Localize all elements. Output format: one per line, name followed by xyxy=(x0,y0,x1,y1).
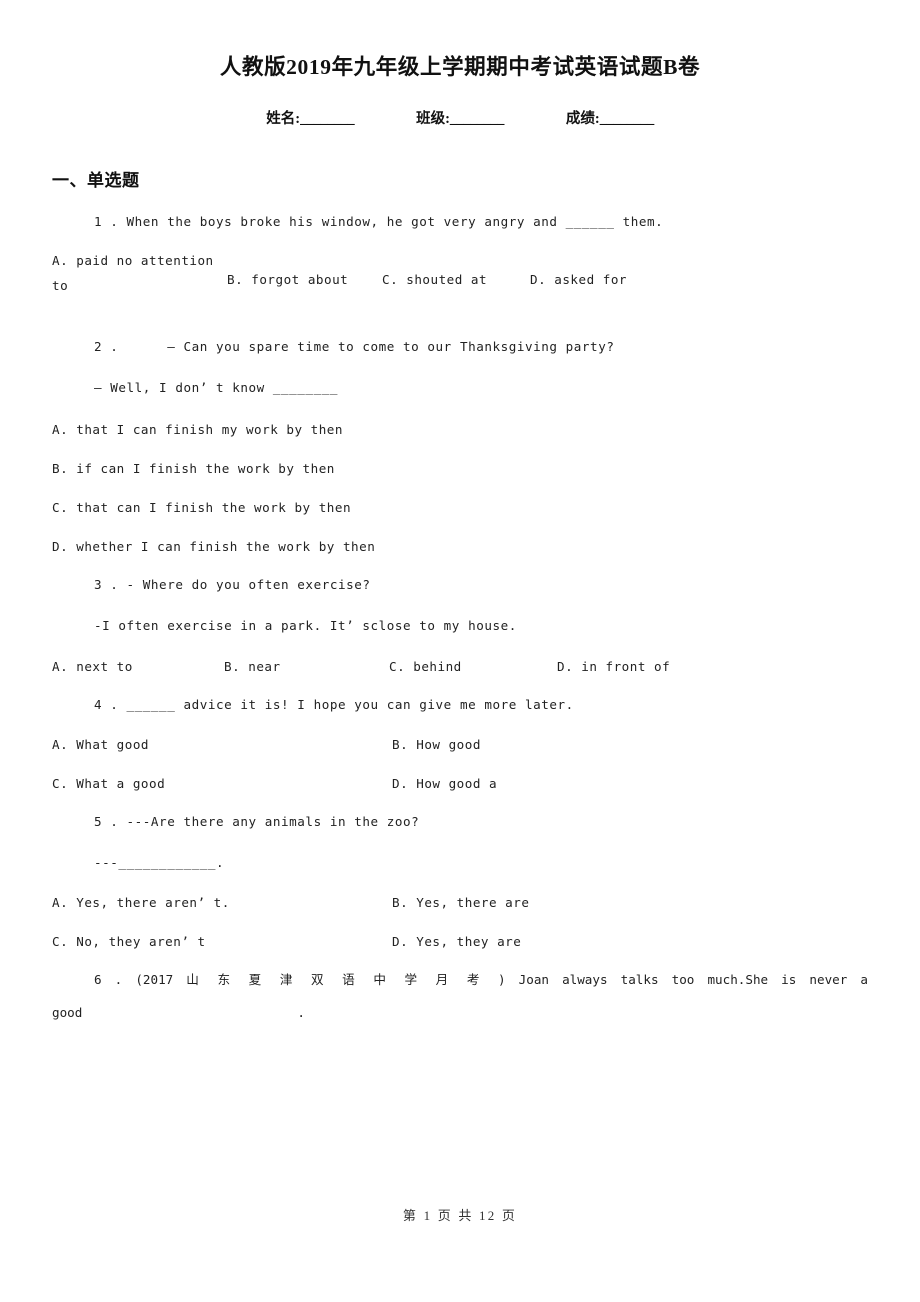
question-6-stem-line2-word: good xyxy=(52,1005,83,1021)
class-field-label: 班级: xyxy=(416,111,450,127)
question-2-option-a[interactable]: A. that I can finish my work by then xyxy=(52,422,868,437)
question-6-stem-line2: good. xyxy=(52,1004,868,1023)
name-field-label: 姓名: xyxy=(266,111,301,127)
question-4-options: A. What good B. How good C. What a good … xyxy=(52,737,868,791)
question-1-options-bcd: B. forgot about C. shouted at D. asked for xyxy=(227,272,660,287)
question-3-option-a[interactable]: A. next to xyxy=(52,659,224,674)
question-4-option-d[interactable]: D. How good a xyxy=(392,776,732,791)
question-3-options: A. next to B. near C. behind D. in front… xyxy=(52,659,868,674)
question-5-stem-line2: ---____________. xyxy=(94,855,225,871)
question-2-option-c[interactable]: C. that can I finish the work by then xyxy=(52,500,868,515)
question-3-stem: 3 . - Where do you often exercise? xyxy=(94,576,371,592)
question-2: 2 . — Can you spare time to come to our … xyxy=(52,338,868,554)
question-4: 4 . ______ advice it is! I hope you can … xyxy=(52,696,868,791)
question-2-stem: 2 . — Can you spare time to come to our … xyxy=(94,338,615,354)
question-1-option-b[interactable]: B. forgot about xyxy=(227,272,382,287)
question-1: 1 . When the boys broke his window, he g… xyxy=(52,213,868,316)
question-1-option-a-text: A. paid no attention xyxy=(52,252,214,268)
question-4-stem: 4 . ______ advice it is! I hope you can … xyxy=(94,697,574,713)
exam-page: 人教版2019年九年级上学期期中考试英语试题B卷 姓名:________ 班级:… xyxy=(0,0,920,1302)
question-2-option-b[interactable]: B. if can I finish the work by then xyxy=(52,461,868,476)
question-6-stem-line2-period: . xyxy=(297,1005,305,1021)
question-5-options-line2: C. No, they aren’ t D. Yes, they are xyxy=(52,934,868,949)
question-4-option-c[interactable]: C. What a good xyxy=(52,776,392,791)
page-footer: 第 1 页 共 12 页 xyxy=(402,1208,518,1223)
class-field-blank[interactable]: ________ xyxy=(450,111,505,127)
question-2-option-d[interactable]: D. whether I can finish the work by then xyxy=(52,539,868,554)
question-5-option-d[interactable]: D. Yes, they are xyxy=(392,934,732,949)
question-4-options-line1: A. What good B. How good xyxy=(52,737,868,752)
question-3: 3 . - Where do you often exercise? -I of… xyxy=(52,576,868,675)
question-1-option-a[interactable]: A. paid no attention to xyxy=(52,252,232,294)
page-title: 人教版2019年九年级上学期期中考试英语试题B卷 xyxy=(219,55,701,79)
score-field-label: 成绩: xyxy=(565,111,600,127)
question-1-options: A. paid no attention to B. forgot about C… xyxy=(52,252,868,316)
score-field-blank[interactable]: ________ xyxy=(600,111,655,127)
question-1-option-a-continuation: to xyxy=(52,278,69,294)
question-5: 5 . ---Are there any animals in the zoo?… xyxy=(52,813,868,949)
question-3-option-b[interactable]: B. near xyxy=(224,659,389,674)
question-2-stem-line2: — Well, I don’ t know ________ xyxy=(94,379,338,395)
student-info-row: 姓名:________ 班级:________ 成绩:________ xyxy=(52,107,868,128)
question-5-option-a[interactable]: A. Yes, there aren’ t. xyxy=(52,895,392,910)
question-2-options: A. that I can finish my work by then B. … xyxy=(52,422,868,554)
score-field: 成绩:________ xyxy=(566,107,654,128)
name-field-blank[interactable]: ________ xyxy=(300,111,355,127)
question-3-option-d[interactable]: D. in front of xyxy=(557,659,670,674)
question-1-option-d[interactable]: D. asked for xyxy=(530,272,660,287)
section-heading: 一、单选题 xyxy=(52,171,140,190)
name-field: 姓名:________ xyxy=(266,107,354,128)
question-5-options-line1: A. Yes, there aren’ t. B. Yes, there are xyxy=(52,895,868,910)
class-field: 班级:________ xyxy=(416,107,504,128)
question-5-stem: 5 . ---Are there any animals in the zoo? xyxy=(94,814,420,830)
question-4-option-a[interactable]: A. What good xyxy=(52,737,392,752)
question-5-option-b[interactable]: B. Yes, there are xyxy=(392,895,732,910)
question-6-stem-line1: 6 . (2017 山 东 夏 津 双 语 中 学 月 考 ) Joan alw… xyxy=(94,972,868,988)
question-1-option-c[interactable]: C. shouted at xyxy=(382,272,530,287)
question-3-stem-line2: -I often exercise in a park. It’ sclose … xyxy=(94,617,517,633)
question-3-option-c[interactable]: C. behind xyxy=(389,659,557,674)
question-5-option-c[interactable]: C. No, they aren’ t xyxy=(52,934,392,949)
question-5-options: A. Yes, there aren’ t. B. Yes, there are… xyxy=(52,895,868,949)
question-4-option-b[interactable]: B. How good xyxy=(392,737,732,752)
question-6: 6 . (2017 山 东 夏 津 双 语 中 学 月 考 ) Joan alw… xyxy=(52,971,868,1023)
question-4-options-line2: C. What a good D. How good a xyxy=(52,776,868,791)
question-1-stem: 1 . When the boys broke his window, he g… xyxy=(94,214,664,229)
